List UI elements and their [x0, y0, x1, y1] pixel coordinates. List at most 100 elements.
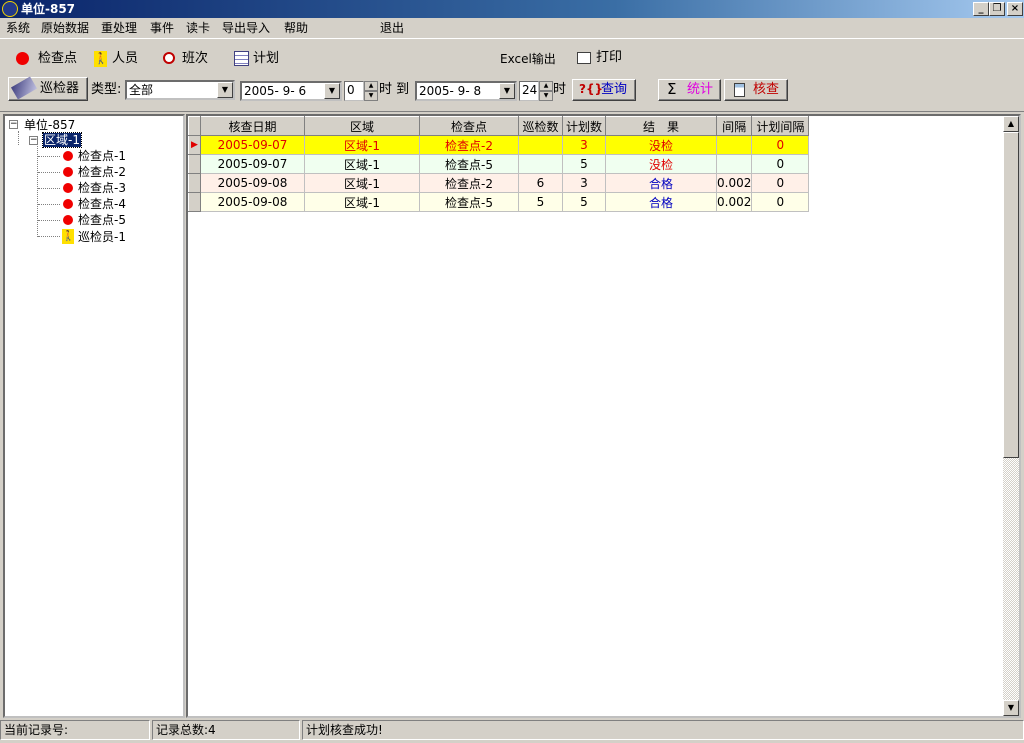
cell-interval[interactable]: 0.002 — [715, 173, 753, 193]
cell-result[interactable]: 没检 — [605, 154, 717, 174]
cell-area[interactable]: 区域-1 — [304, 192, 420, 212]
cell-plan-count[interactable]: 5 — [562, 154, 606, 174]
column-header[interactable]: 巡检数 — [518, 116, 563, 136]
spin-down-icon[interactable]: ▼ — [539, 91, 553, 101]
column-header[interactable]: 区域 — [304, 116, 420, 136]
cell-result[interactable]: 合格 — [605, 192, 717, 212]
collapse-icon[interactable]: − — [29, 136, 38, 145]
data-grid-panel[interactable]: 核查日期 区域 检查点 巡检数 计划数 结 果 间隔 计划间隔 ▶ 2005-0… — [186, 114, 1021, 718]
cell-plan-interval[interactable]: 0 — [751, 173, 810, 193]
column-header[interactable]: 核查日期 — [200, 116, 305, 136]
checkpoint-button[interactable]: 检查点 — [12, 49, 87, 69]
table-row[interactable]: 2005-09-08 区域-1 检查点-2 6 3 合格 0.002 0 — [188, 173, 810, 193]
vertical-scrollbar[interactable]: ▲ ▼ — [1003, 116, 1019, 716]
menu-system[interactable]: 系统 — [6, 20, 30, 36]
cell-result[interactable]: 没检 — [605, 135, 717, 155]
scroll-thumb[interactable] — [1003, 132, 1019, 458]
menu-exit[interactable]: 退出 — [380, 20, 404, 36]
column-header[interactable]: 计划数 — [562, 116, 606, 136]
cell-date[interactable]: 2005-09-08 — [200, 192, 305, 212]
cell-plan-count[interactable]: 3 — [562, 135, 606, 155]
cell-date[interactable]: 2005-09-07 — [200, 135, 305, 155]
close-button[interactable]: × — [1007, 2, 1023, 16]
column-header[interactable]: 结 果 — [605, 116, 717, 136]
personnel-button[interactable]: 🚶 人员 — [92, 49, 144, 69]
tree-checkpoint-4[interactable]: 检查点-4 — [78, 197, 126, 211]
table-row-selected[interactable]: ▶ 2005-09-07 区域-1 检查点-2 3 没检 0 — [188, 135, 810, 155]
spin-up-icon[interactable]: ▲ — [364, 81, 378, 91]
chevron-down-icon[interactable]: ▼ — [499, 83, 515, 99]
column-header[interactable]: 计划间隔 — [751, 116, 810, 136]
cell-plan-interval[interactable]: 0 — [751, 192, 810, 212]
scroll-up-icon[interactable]: ▲ — [1003, 116, 1019, 132]
cell-interval[interactable] — [715, 154, 753, 174]
end-hour-input[interactable]: 24 — [519, 81, 539, 101]
cell-plan-interval[interactable]: 0 — [751, 154, 810, 174]
shift-button[interactable]: 班次 — [160, 49, 216, 69]
menu-raw-data[interactable]: 原始数据 — [41, 20, 89, 36]
cell-patrol-count[interactable] — [518, 135, 563, 155]
collapse-icon[interactable]: − — [9, 120, 18, 129]
cell-plan-count[interactable]: 3 — [562, 173, 606, 193]
walker-icon: 🚶 — [94, 51, 108, 67]
cell-date[interactable]: 2005-09-08 — [200, 173, 305, 193]
cell-interval[interactable]: 0.002 — [715, 192, 753, 212]
cell-point[interactable]: 检查点-5 — [419, 154, 519, 174]
chevron-down-icon[interactable]: ▼ — [217, 82, 233, 98]
start-hour-input[interactable]: 0 — [344, 81, 364, 101]
query-icon: ?{} — [579, 82, 604, 96]
start-date-picker[interactable]: 2005- 9- 6 ▼ — [240, 81, 342, 101]
cell-patrol-count[interactable]: 5 — [518, 192, 563, 212]
stats-button[interactable]: Σ 统计 — [658, 79, 721, 101]
chevron-down-icon[interactable]: ▼ — [324, 83, 340, 99]
cell-interval[interactable] — [715, 135, 753, 155]
cell-point[interactable]: 检查点-5 — [419, 192, 519, 212]
row-indicator — [188, 192, 201, 212]
menu-read-card[interactable]: 读卡 — [186, 20, 210, 36]
table-row[interactable]: 2005-09-07 区域-1 检查点-5 5 没检 0 — [188, 154, 810, 174]
cell-patrol-count[interactable] — [518, 154, 563, 174]
query-button[interactable]: ?{} 查询 — [572, 79, 636, 101]
cell-result[interactable]: 合格 — [605, 173, 717, 193]
tree-checkpoint-2[interactable]: 检查点-2 — [78, 165, 126, 179]
start-hour-spinner[interactable]: ▲ ▼ — [364, 81, 378, 101]
cell-point[interactable]: 检查点-2 — [419, 173, 519, 193]
tree-checkpoint-1[interactable]: 检查点-1 — [78, 149, 126, 163]
column-header[interactable]: 间隔 — [715, 116, 753, 136]
minimize-button[interactable]: _ — [973, 2, 989, 16]
spin-down-icon[interactable]: ▼ — [364, 91, 378, 101]
menu-events[interactable]: 事件 — [150, 20, 174, 36]
cell-plan-interval[interactable]: 0 — [751, 135, 810, 155]
check-button[interactable]: 核查 — [724, 79, 788, 101]
end-hour-spinner[interactable]: ▲ ▼ — [539, 81, 553, 101]
cell-patrol-count[interactable]: 6 — [518, 173, 563, 193]
cell-date[interactable]: 2005-09-07 — [200, 154, 305, 174]
type-label: 类型: — [91, 82, 122, 97]
cell-area[interactable]: 区域-1 — [304, 135, 420, 155]
end-date-picker[interactable]: 2005- 9- 8 ▼ — [415, 81, 517, 101]
column-header[interactable]: 检查点 — [419, 116, 519, 136]
type-select[interactable]: 全部 ▼ — [125, 80, 235, 100]
maximize-button[interactable]: ❐ — [989, 2, 1005, 16]
table-row[interactable]: 2005-09-08 区域-1 检查点-5 5 5 合格 0.002 0 — [188, 192, 810, 212]
excel-export-button[interactable]: Excel输出 — [500, 50, 556, 68]
cell-plan-count[interactable]: 5 — [562, 192, 606, 212]
cell-area[interactable]: 区域-1 — [304, 154, 420, 174]
tree-panel[interactable]: − 单位-857 − 区域-1 检查点-1 检查点-2 检查点-3 检查点-4 … — [3, 114, 185, 718]
tree-checkpoint-5[interactable]: 检查点-5 — [78, 213, 126, 227]
cell-area[interactable]: 区域-1 — [304, 173, 420, 193]
inspector-button[interactable]: 巡检器 — [8, 76, 88, 101]
plan-button[interactable]: 计划 — [232, 49, 287, 69]
menu-reprocess[interactable]: 重处理 — [101, 20, 137, 36]
tree-area-node[interactable]: 区域-1 — [42, 132, 82, 148]
tree-root[interactable]: 单位-857 — [24, 118, 75, 132]
menu-help[interactable]: 帮助 — [284, 20, 308, 36]
title-bar[interactable]: 单位-857 _ ❐ × — [0, 0, 1024, 18]
tree-inspector-1[interactable]: 巡检员-1 — [78, 230, 126, 244]
print-button[interactable]: 打印 — [575, 48, 627, 68]
cell-point[interactable]: 检查点-2 — [419, 135, 519, 155]
scroll-down-icon[interactable]: ▼ — [1003, 700, 1019, 716]
tree-checkpoint-3[interactable]: 检查点-3 — [78, 181, 126, 195]
spin-up-icon[interactable]: ▲ — [539, 81, 553, 91]
menu-import-export[interactable]: 导出导入 — [222, 20, 270, 36]
